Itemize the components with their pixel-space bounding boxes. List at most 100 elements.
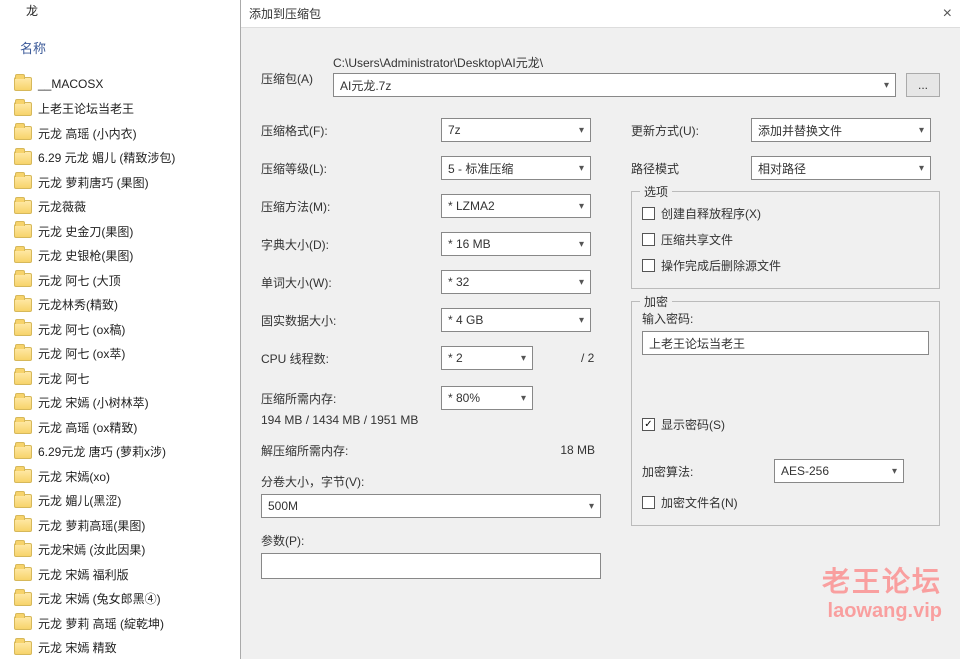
shared-checkbox[interactable] bbox=[642, 233, 655, 246]
folder-label: 元龙 史金刀(果图) bbox=[38, 223, 133, 240]
folder-icon bbox=[14, 494, 32, 508]
update-combo[interactable]: 添加并替换文件 ▾ bbox=[751, 118, 931, 142]
folder-label: 元龙 宋嫣 (兔女郎黑④) bbox=[38, 590, 161, 607]
encrypt-names-label: 加密文件名(N) bbox=[661, 494, 738, 511]
folder-item[interactable]: 元龙 阿七 (ox萃) bbox=[14, 342, 175, 367]
update-label: 更新方式(U): bbox=[631, 122, 751, 139]
folder-icon bbox=[14, 371, 32, 385]
folder-item[interactable]: 元龙 宋嫣(xo) bbox=[14, 464, 175, 489]
folder-item[interactable]: 元龙 史银枪(果图) bbox=[14, 244, 175, 269]
show-password-checkbox[interactable]: ✓ bbox=[642, 418, 655, 431]
folder-icon bbox=[14, 567, 32, 581]
folder-label: 元龙 阿七 (大顶 bbox=[38, 272, 121, 289]
block-size-value: 500M bbox=[268, 499, 298, 513]
folder-item[interactable]: 元龙 阿七 bbox=[14, 366, 175, 391]
method-value: * LZMA2 bbox=[448, 199, 495, 213]
folder-icon bbox=[14, 298, 32, 312]
dialog-title: 添加到压缩包 bbox=[249, 5, 321, 22]
folder-icon bbox=[14, 175, 32, 189]
word-value: * 32 bbox=[448, 275, 469, 289]
solid-combo[interactable]: * 4 GB ▾ bbox=[441, 308, 591, 332]
encrypt-names-checkbox[interactable] bbox=[642, 496, 655, 509]
level-combo[interactable]: 5 - 标准压缩 ▾ bbox=[441, 156, 591, 180]
threads-combo[interactable]: * 2 ▾ bbox=[441, 346, 533, 370]
folder-label: 元龙 阿七 (ox稿) bbox=[38, 321, 125, 338]
method-combo[interactable]: * LZMA2 ▾ bbox=[441, 194, 591, 218]
folder-item[interactable]: 元龙 阿七 (大顶 bbox=[14, 268, 175, 293]
folder-label: 元龙 宋嫣 (小树林萃) bbox=[38, 394, 149, 411]
folder-icon bbox=[14, 347, 32, 361]
pathmode-label: 路径模式 bbox=[631, 160, 751, 177]
folder-item[interactable]: 元龙 阿七 (ox稿) bbox=[14, 317, 175, 342]
folder-item[interactable]: 元龙 高瑶 (ox精致) bbox=[14, 415, 175, 440]
solid-label: 固实数据大小: bbox=[261, 312, 441, 329]
folder-item[interactable]: 元龙 宋嫣 精致 bbox=[14, 636, 175, 660]
folder-icon bbox=[14, 592, 32, 606]
explorer-pane: 龙 名称 __MACOSX上老王论坛当老王元龙 高瑶 (小内衣)6.29 元龙 … bbox=[0, 0, 240, 659]
folder-label: 元龙 媚儿(黑涩) bbox=[38, 492, 121, 509]
folder-label: 元龙 宋嫣 福利版 bbox=[38, 566, 129, 583]
chevron-down-icon: ▾ bbox=[579, 125, 584, 136]
folder-item[interactable]: 元龙 高瑶 (小内衣) bbox=[14, 121, 175, 146]
shared-label: 压缩共享文件 bbox=[661, 231, 733, 248]
chevron-down-icon: ▾ bbox=[579, 277, 584, 288]
folder-item[interactable]: 元龙 萝莉 高瑶 (綻乾坤) bbox=[14, 611, 175, 636]
folder-label: 元龙 史银枪(果图) bbox=[38, 247, 133, 264]
archive-filename-combo[interactable]: AI元龙.7z ▾ bbox=[333, 73, 896, 97]
folder-item[interactable]: 元龙宋嫣 (汝此因果) bbox=[14, 538, 175, 563]
chevron-down-icon: ▾ bbox=[919, 163, 924, 174]
folder-icon bbox=[14, 469, 32, 483]
chevron-down-icon: ▾ bbox=[589, 501, 594, 512]
folder-item[interactable]: __MACOSX bbox=[14, 72, 175, 97]
mem-comp-detail: 194 MB / 1434 MB / 1951 MB bbox=[261, 413, 601, 427]
chevron-down-icon: ▾ bbox=[579, 163, 584, 174]
params-input[interactable] bbox=[261, 553, 601, 579]
level-value: 5 - 标准压缩 bbox=[448, 160, 513, 177]
solid-value: * 4 GB bbox=[448, 313, 483, 327]
threads-label: CPU 线程数: bbox=[261, 350, 441, 367]
delete-checkbox[interactable] bbox=[642, 259, 655, 272]
folder-item[interactable]: 6.29 元龙 媚儿 (精致涉包) bbox=[14, 146, 175, 171]
folder-label: 元龙 萝莉唐巧 (果图) bbox=[38, 174, 149, 191]
mem-decomp-label: 解压缩所需内存: bbox=[261, 442, 441, 459]
dict-combo[interactable]: * 16 MB ▾ bbox=[441, 232, 591, 256]
enc-method-value: AES-256 bbox=[781, 464, 829, 478]
folder-item[interactable]: 元龙林秀(精致) bbox=[14, 293, 175, 318]
block-size-combo[interactable]: 500M ▾ bbox=[261, 494, 601, 518]
folder-item[interactable]: 元龙 史金刀(果图) bbox=[14, 219, 175, 244]
folder-item[interactable]: 元龙 宋嫣 (兔女郎黑④) bbox=[14, 587, 175, 612]
folder-icon bbox=[14, 518, 32, 532]
folder-icon bbox=[14, 151, 32, 165]
options-group-title: 选项 bbox=[640, 183, 672, 200]
password-input[interactable]: 上老王论坛当老王 bbox=[642, 331, 929, 355]
word-label: 单词大小(W): bbox=[261, 274, 441, 291]
folder-item[interactable]: 元龙 萝莉唐巧 (果图) bbox=[14, 170, 175, 195]
folder-item[interactable]: 元龙薇薇 bbox=[14, 195, 175, 220]
word-combo[interactable]: * 32 ▾ bbox=[441, 270, 591, 294]
mem-comp-label: 压缩所需内存: bbox=[261, 390, 441, 407]
folder-icon bbox=[14, 322, 32, 336]
format-combo[interactable]: 7z ▾ bbox=[441, 118, 591, 142]
folder-item[interactable]: 元龙 宋嫣 (小树林萃) bbox=[14, 391, 175, 416]
folder-label: 元龙宋嫣 (汝此因果) bbox=[38, 541, 145, 558]
folder-label: 元龙 萝莉 高瑶 (綻乾坤) bbox=[38, 615, 164, 632]
close-icon[interactable]: × bbox=[943, 5, 952, 23]
encryption-group-title: 加密 bbox=[640, 293, 672, 310]
folder-item[interactable]: 元龙 萝莉高瑶(果图) bbox=[14, 513, 175, 538]
folder-item[interactable]: 元龙 媚儿(黑涩) bbox=[14, 489, 175, 514]
column-header-name[interactable]: 名称 bbox=[20, 38, 46, 57]
chevron-down-icon: ▾ bbox=[884, 80, 889, 91]
pathmode-value: 相对路径 bbox=[758, 160, 806, 177]
folder-item[interactable]: 上老王论坛当老王 bbox=[14, 97, 175, 122]
enc-method-combo[interactable]: AES-256 ▾ bbox=[774, 459, 904, 483]
folder-icon bbox=[14, 420, 32, 434]
folder-item[interactable]: 元龙 宋嫣 福利版 bbox=[14, 562, 175, 587]
pathmode-combo[interactable]: 相对路径 ▾ bbox=[751, 156, 931, 180]
browse-button[interactable]: ... bbox=[906, 73, 940, 97]
sfx-checkbox[interactable] bbox=[642, 207, 655, 220]
mem-pct-combo[interactable]: * 80% ▾ bbox=[441, 386, 533, 410]
folder-item[interactable]: 6.29元龙 唐巧 (萝莉x涉) bbox=[14, 440, 175, 465]
chevron-down-icon: ▾ bbox=[579, 239, 584, 250]
file-list: __MACOSX上老王论坛当老王元龙 高瑶 (小内衣)6.29 元龙 媚儿 (精… bbox=[14, 72, 175, 660]
mem-decomp-value: 18 MB bbox=[560, 443, 601, 457]
